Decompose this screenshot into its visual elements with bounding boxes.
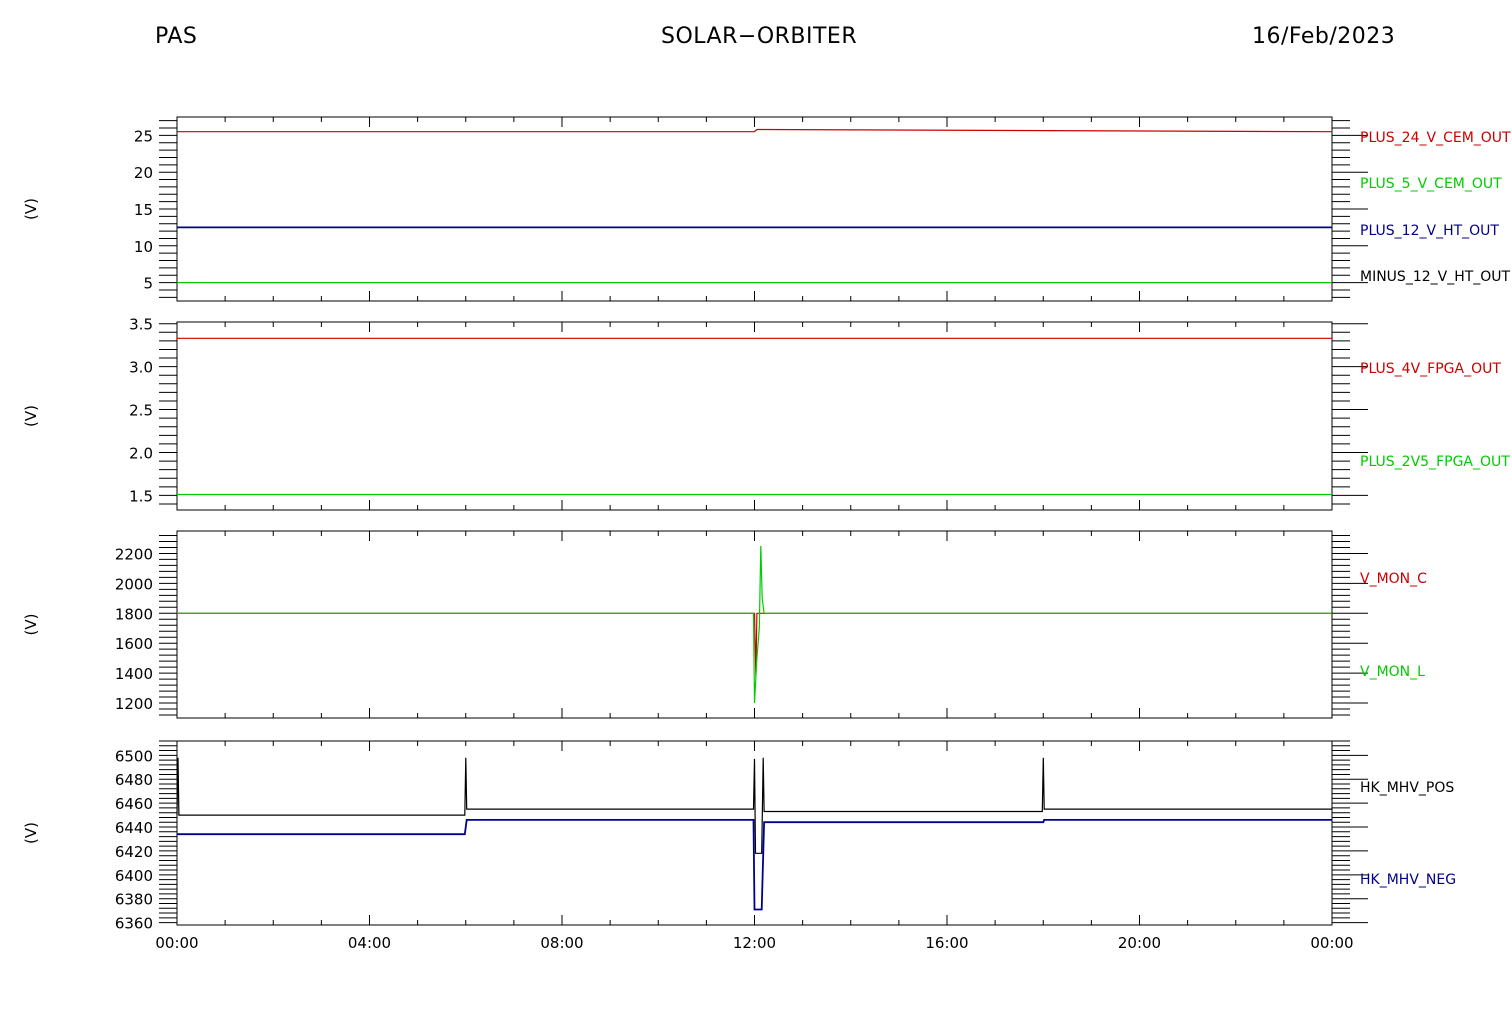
y-tick-label: 1200	[115, 695, 153, 713]
y-tick-label: 6460	[115, 795, 153, 813]
legend-label: PLUS_2V5_FPGA_OUT	[1360, 454, 1510, 470]
legend-label: HK_MHV_NEG	[1360, 872, 1456, 888]
y-tick-label: 1400	[115, 665, 153, 683]
y-tick-label: 10	[134, 238, 153, 256]
legend-label: PLUS_12_V_HT_OUT	[1360, 223, 1499, 239]
y-axis-label: (V)	[22, 614, 40, 636]
y-tick-label: 2.0	[129, 444, 153, 462]
y-tick-label: 6420	[115, 843, 153, 861]
x-tick-label: 20:00	[1118, 934, 1161, 952]
y-tick-label: 25	[134, 127, 153, 145]
y-axis-label: (V)	[22, 822, 40, 844]
y-tick-label: 2000	[115, 575, 153, 593]
y-tick-label: 3.0	[129, 359, 153, 377]
panel-frame	[176, 116, 1333, 302]
y-axis-label: (V)	[22, 198, 40, 220]
x-tick-label: 12:00	[733, 934, 776, 952]
legend-label: PLUS_24_V_CEM_OUT	[1360, 130, 1511, 146]
y-tick-label: 1.5	[129, 487, 153, 505]
x-tick-label: 08:00	[540, 934, 583, 952]
y-tick-label: 6500	[115, 747, 153, 765]
housekeeping-voltage-plots: 5 10 15 20 25 (V) PLUS_24_V_CEM_OUT PLUS_5_V_CE…	[22, 116, 1511, 952]
legend-label: HK_MHV_POS	[1360, 780, 1454, 796]
x-tick-label: 16:00	[925, 934, 968, 952]
y-tick-label: 6480	[115, 771, 153, 789]
legend-label: V_MON_C	[1360, 571, 1427, 587]
y-tick-label: 6360	[115, 915, 153, 933]
y-tick-label: 6440	[115, 819, 153, 837]
y-tick-label: 2.5	[129, 402, 153, 420]
legend-label: MINUS_12_V_HT_OUT	[1360, 269, 1511, 285]
y-tick-label: 15	[134, 201, 153, 219]
panel-4: 6360 6380 6400 6420 6440 6460 6480 6500 (V) HK_MH…	[22, 740, 1456, 952]
panel-frame	[176, 321, 1333, 511]
legend-label: PLUS_5_V_CEM_OUT	[1360, 176, 1502, 192]
y-tick-label: 2200	[115, 545, 153, 563]
y-tick-label: 3.5	[129, 316, 153, 334]
y-tick-label: 20	[134, 164, 153, 182]
legend-label: PLUS_4V_FPGA_OUT	[1360, 361, 1501, 377]
x-tick-label: 04:00	[348, 934, 391, 952]
y-axis-label: (V)	[22, 405, 40, 427]
y-tick-label: 5	[143, 275, 153, 293]
x-tick-label: 00:00	[155, 934, 198, 952]
y-tick-label: 6380	[115, 891, 153, 909]
series-line	[177, 128, 1333, 133]
panel-2: 1.5 2.0 2.5 3.0 3.5 (V) PLUS_4V_FPGA_OUT PLUS_2…	[22, 316, 1510, 511]
y-tick-label: 1800	[115, 605, 153, 623]
legend-label: V_MON_L	[1360, 664, 1425, 680]
x-tick-label: 00:00	[1310, 934, 1353, 952]
series-line	[177, 819, 1332, 911]
y-tick-label: 1600	[115, 635, 153, 653]
panel-3: 1200 1400 1600 1800 2000 2200 (V) V_MON_C V_MON_…	[22, 530, 1427, 719]
panel-1: 5 10 15 20 25 (V) PLUS_24_V_CEM_OUT PLUS_5_V_CE…	[22, 116, 1511, 302]
y-tick-label: 6400	[115, 867, 153, 885]
